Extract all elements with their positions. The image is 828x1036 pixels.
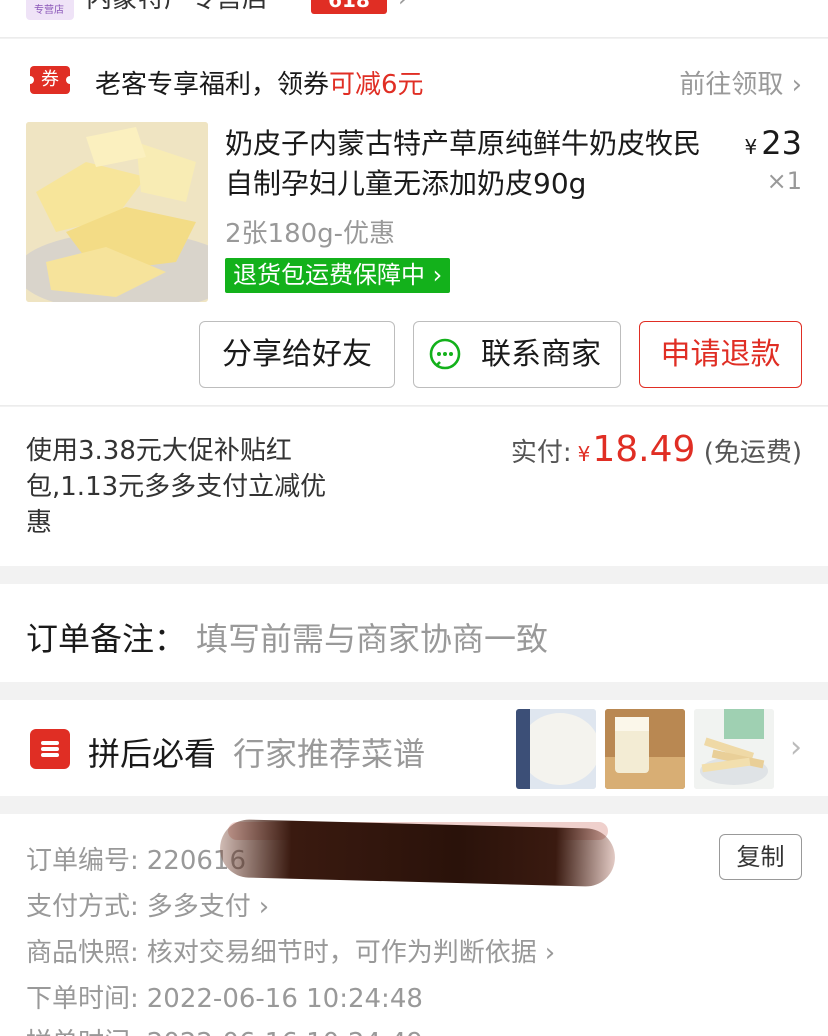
recipe-image	[605, 709, 685, 789]
recipe-image	[694, 709, 774, 789]
payment-method-row[interactable]: 支付方式: 多多支付 ›	[26, 886, 269, 926]
product-image[interactable]	[26, 122, 208, 302]
coupon-text: 老客专享福利，领券可减6元	[95, 64, 424, 101]
payment-summary: 使用3.38元大促补贴红包,1.13元多多支付立减优惠 实付: ¥18.49 (免…	[0, 407, 828, 566]
remark-input[interactable]: 填写前需与商家协商一致	[196, 614, 548, 660]
recipe-promo[interactable]: 拼后必看 行家推荐菜谱 ›	[0, 700, 828, 796]
product-price: ¥23	[745, 124, 802, 162]
order-time-label: 下单时间:	[26, 984, 139, 1014]
product-price-value: 23	[761, 124, 802, 162]
recipe-thumbnail[interactable]	[516, 709, 596, 789]
chevron-right-icon: ›	[258, 892, 270, 922]
claim-coupon-link[interactable]: 前往领取 ›	[679, 64, 802, 101]
paid-amount: 18.49	[592, 429, 696, 470]
shipping-note: (免运费)	[703, 438, 802, 468]
refund-button[interactable]: 申请退款	[639, 321, 802, 388]
coupon-icon: 券	[26, 66, 74, 94]
product-spec: 2张180g-优惠	[225, 219, 396, 249]
order-time-row: 下单时间: 2022-06-16 10:24:48	[26, 978, 423, 1018]
recipe-subtitle: 行家推荐菜谱	[233, 735, 426, 773]
recipe-title: 拼后必看	[88, 735, 217, 773]
group-time-row: 拼单时间: 2022-06-16 10:24:49	[26, 1022, 423, 1036]
order-item-card: 券 老客专享福利，领券可减6元 前往领取 › 奶皮子内蒙古特产草原纯鲜牛奶皮牧民…	[0, 39, 828, 406]
shop-bar[interactable]: 专营店 内蒙特产专营店 618 ›	[0, 0, 828, 38]
recipe-thumbnail[interactable]	[605, 709, 685, 789]
product-title[interactable]: 奶皮子内蒙古特产草原纯鲜牛奶皮牧民自制孕妇儿童无添加奶皮90g	[225, 124, 715, 204]
coupon-text-prefix: 老客专享福利，领券	[95, 70, 330, 100]
chevron-right-icon: ›	[432, 261, 443, 289]
payment-method-label: 支付方式:	[26, 892, 139, 922]
shop-badge: 618	[311, 0, 387, 14]
group-time-value: 2022-06-16 10:24:49	[147, 1028, 423, 1036]
paid-label: 实付:	[510, 438, 572, 468]
order-time-value: 2022-06-16 10:24:48	[146, 984, 423, 1014]
product-snapshot-value: 核对交易细节时，可作为判断依据	[146, 938, 537, 968]
currency-symbol: ¥	[577, 442, 591, 466]
chevron-right-icon: ›	[791, 70, 802, 100]
currency-symbol: ¥	[744, 135, 758, 159]
return-shipping-tag[interactable]: 退货包运费保障中 ›	[225, 258, 451, 293]
chevron-right-icon: ›	[398, 0, 408, 12]
recipe-thumbnail[interactable]	[694, 709, 774, 789]
return-shipping-label: 退货包运费保障中	[233, 261, 425, 289]
chevron-right-icon: ›	[544, 938, 556, 968]
coupon-discount: 可减6元	[329, 70, 424, 100]
chat-bubble-icon	[429, 338, 461, 370]
shop-logo: 专营店	[26, 0, 74, 20]
product-snapshot-row[interactable]: 商品快照: 核对交易细节时，可作为判断依据 ›	[26, 932, 555, 972]
order-info: 订单编号: 220616 复制 支付方式: 多多支付 › 商品快照: 核对交易细节时，可…	[0, 814, 828, 1036]
coupon-row[interactable]: 券 老客专享福利，领券可减6元 前往领取 ›	[0, 39, 828, 121]
redaction-scribble	[219, 818, 616, 888]
shop-name[interactable]: 内蒙特产专营店	[86, 0, 268, 15]
discount-note: 使用3.38元大促补贴红包,1.13元多多支付立减优惠	[26, 436, 327, 538]
contact-seller-label: 联系商家	[481, 337, 601, 372]
product-quantity: ×1	[766, 167, 802, 195]
remark-label: 订单备注：	[26, 620, 187, 658]
contact-seller-button[interactable]: 联系商家	[413, 321, 621, 388]
share-button[interactable]: 分享给好友	[199, 321, 395, 388]
order-number-row: 订单编号: 220616	[26, 840, 246, 880]
recipe-image	[516, 709, 596, 789]
payment-method-value: 多多支付	[146, 892, 251, 922]
order-remark[interactable]: 订单备注： 填写前需与商家协商一致	[0, 584, 828, 682]
paid-total: 实付: ¥18.49 (免运费)	[511, 429, 802, 470]
claim-coupon-label: 前往领取	[679, 70, 784, 100]
chevron-right-icon: ›	[790, 730, 802, 765]
order-number-label: 订单编号:	[26, 846, 139, 876]
copy-button[interactable]: 复制	[719, 834, 802, 880]
group-time-label: 拼单时间:	[26, 1028, 139, 1036]
milk-skin-image	[26, 122, 208, 302]
product-snapshot-label: 商品快照:	[26, 938, 139, 968]
list-icon	[30, 729, 70, 769]
